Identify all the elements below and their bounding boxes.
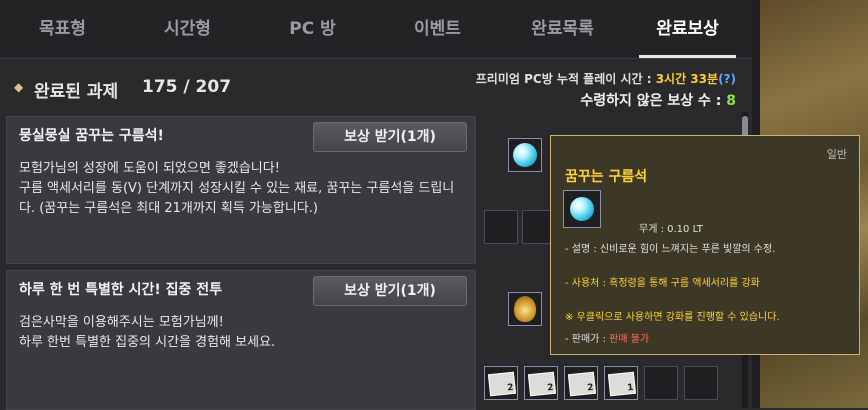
- usage-label: - 사용처 :: [565, 278, 610, 289]
- seller-value: 판매 불가: [609, 334, 650, 345]
- reward-item-slot[interactable]: 2: [484, 366, 518, 400]
- item-note: ※ 우클릭으로 사용하면 강화를 진행할 수 있습니다.: [565, 308, 780, 323]
- unclaimed-count: 8: [726, 93, 736, 109]
- item-count: 2: [546, 382, 554, 394]
- unclaimed-rewards: 수령하지 않은 보상 수 : 8: [580, 90, 736, 110]
- usage-value: 흑정령을 통해 구름 액세서리를 강화: [609, 278, 760, 289]
- scroll-icon: 2: [567, 371, 597, 397]
- item-tooltip: 일반 꿈꾸는 구름석 무게 : 0.10 LT - 설명 : 신비로운 힘이 느…: [550, 135, 860, 355]
- medal-icon: [514, 296, 536, 322]
- note-text: ※ 우클릭으로 사용하면 강화를 진행할 수 있습니다.: [565, 312, 780, 323]
- scroll-icon: 2: [487, 371, 517, 397]
- reward-card: 하루 한 번 특별한 시간! 집중 전투 보상 받기(1개) 검은사막을 이용해…: [6, 270, 476, 410]
- item-seller: - 판매가 : 판매 불가: [565, 330, 649, 345]
- claim-reward-button[interactable]: 보상 받기(1개): [313, 122, 467, 152]
- tab-goal[interactable]: 목표형: [0, 0, 125, 58]
- reward-card: 뭉실뭉실 꿈꾸는 구름석! 보상 받기(1개) 모험가님의 성장에 도움이 되었…: [6, 116, 476, 264]
- scroll-icon: 2: [527, 371, 557, 397]
- tab-completed-rewards[interactable]: 완료보상: [625, 0, 750, 58]
- item-description: - 설명 : 신비로운 힘이 느껴지는 푸른 빛깔의 수정.: [565, 244, 776, 255]
- scroll-icon: 1: [607, 371, 637, 397]
- reward-item-slot[interactable]: 2: [524, 366, 558, 400]
- reward-title: 뭉실뭉실 꿈꾸는 구름석!: [19, 128, 164, 144]
- cloud-stone-icon: [570, 197, 594, 221]
- completed-title: 완료된 과제: [34, 82, 119, 102]
- item-icon: [563, 190, 601, 228]
- reward-item-slot[interactable]: [508, 292, 542, 326]
- item-weight: 무게 : 0.10 LT: [639, 224, 703, 235]
- reward-description: 모험가님의 성장에 도움이 되었으면 좋겠습니다! 구름 액세서리를 동(V) …: [19, 161, 455, 216]
- tab-time[interactable]: 시간형: [125, 0, 250, 58]
- tab-event[interactable]: 이벤트: [375, 0, 500, 58]
- item-count: 1: [626, 382, 634, 394]
- reward-item-slot[interactable]: 1: [604, 366, 638, 400]
- item-name: 꿈꾸는 구름석: [565, 169, 648, 185]
- claim-reward-button[interactable]: 보상 받기(1개): [313, 276, 467, 306]
- diamond-icon: ◆: [14, 80, 24, 94]
- item-count: 2: [506, 382, 514, 394]
- tab-pc-bang[interactable]: PC 방: [250, 0, 375, 58]
- item-count: 2: [586, 382, 594, 394]
- item-usage: - 사용처 : 흑정령을 통해 구름 액세서리를 강화: [565, 274, 760, 289]
- reward-item-slot[interactable]: [508, 138, 542, 172]
- reward-item-slot[interactable]: 2: [564, 366, 598, 400]
- empty-slot: [484, 210, 518, 244]
- unclaimed-label: 수령하지 않은 보상 수 :: [580, 93, 727, 109]
- premium-playtime: 프리미엄 PC방 누적 플레이 시간 : 3시간 33분(?): [476, 70, 736, 87]
- premium-label: 프리미엄 PC방 누적 플레이 시간 :: [475, 72, 656, 86]
- completed-count: 175 / 207: [142, 77, 232, 97]
- cloud-stone-icon: [513, 143, 537, 167]
- empty-slot: [644, 366, 678, 400]
- empty-slot: [684, 366, 718, 400]
- item-grade: 일반: [826, 148, 847, 161]
- premium-value: 3시간 33분: [655, 72, 719, 86]
- tab-bar: 목표형 시간형 PC 방 이벤트 완료목록 완료보상: [0, 0, 752, 59]
- reward-title: 하루 한 번 특별한 시간! 집중 전투: [19, 282, 223, 298]
- reward-description: 검은사막을 이용해주시는 모험가님께! 하루 한번 특별한 집중의 시간을 경험…: [19, 315, 276, 350]
- tab-completed-list[interactable]: 완료목록: [500, 0, 625, 58]
- help-icon[interactable]: (?): [718, 72, 736, 86]
- seller-label: - 판매가 :: [565, 334, 610, 345]
